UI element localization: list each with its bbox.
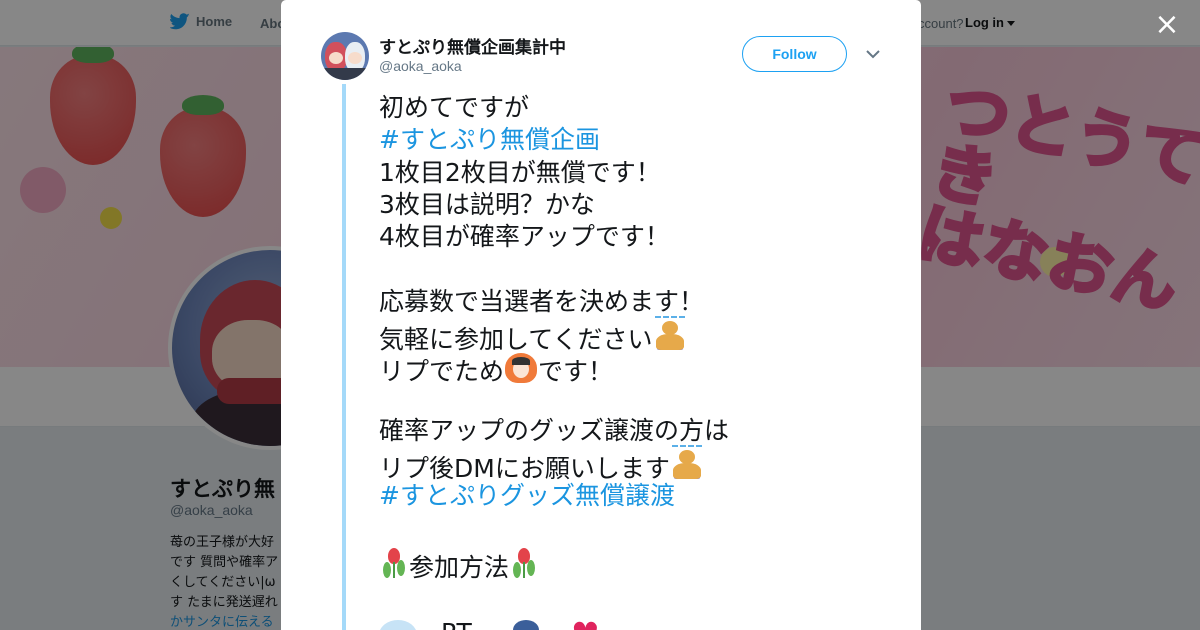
- tweet-line-text: リプ後DMにお願いします: [379, 454, 670, 484]
- tweet-line: リプ後DMにお願いします: [379, 445, 879, 483]
- tweet-line: 3枚目は説明？かな: [379, 189, 595, 219]
- tweet-text: 初めてですが #すとぷり無償企画 1枚目2枚目が無償です！ 3枚目は説明？かな …: [379, 92, 879, 582]
- hashtag-link[interactable]: #すとぷり無償企画: [379, 124, 879, 156]
- tweet-line: 1枚目2枚目が無償です！: [379, 157, 661, 187]
- author-name[interactable]: すとぷり無償企画集計中: [379, 33, 566, 58]
- tweet-line-text: です！: [538, 357, 614, 387]
- close-modal-button[interactable]: ×: [1154, 10, 1180, 40]
- author-avatar[interactable]: [321, 32, 369, 80]
- tweet-modal: すとぷり無償企画集計中 @aoka_aoka Follow 初めてですが #すと…: [281, 0, 921, 630]
- tweet-line: 初めてですが: [379, 93, 530, 122]
- wilted-flower-icon: [509, 546, 539, 580]
- person-gesturing-ok-icon: [504, 350, 538, 384]
- thread-line: [342, 84, 346, 630]
- follow-button[interactable]: Follow: [742, 36, 847, 72]
- person-bowing-icon: [653, 316, 687, 352]
- heart-icon: ♥: [571, 618, 600, 630]
- person-bowing-icon: [670, 445, 704, 481]
- tweet-line: リプでため です！: [379, 350, 879, 386]
- author-handle[interactable]: @aoka_aoka: [379, 58, 462, 74]
- person-silhouette-icon: [513, 620, 539, 630]
- wilted-flower-icon: [379, 546, 409, 580]
- speech-bubble-icon: [379, 620, 417, 630]
- tweet-line: 気軽に参加してください: [379, 316, 879, 354]
- tweet-line-text: RT: [441, 618, 472, 630]
- tweet-line-text: 参加方法: [409, 553, 510, 583]
- hashtag-link[interactable]: #すとぷりグッズ無償譲渡: [379, 480, 879, 512]
- tweet-line: 応募数で当選者を決めます！: [379, 286, 705, 316]
- chevron-down-icon[interactable]: [865, 48, 881, 60]
- tweet-line: RT ♥: [379, 616, 899, 630]
- tweet-line: 4枚目が確率アップです！: [379, 222, 670, 252]
- tweet-line-text: リプでため: [379, 357, 505, 387]
- tweet-line: 確率アップのグッズ譲渡の方は: [379, 415, 730, 445]
- tweet-line: 参加方法: [379, 546, 879, 582]
